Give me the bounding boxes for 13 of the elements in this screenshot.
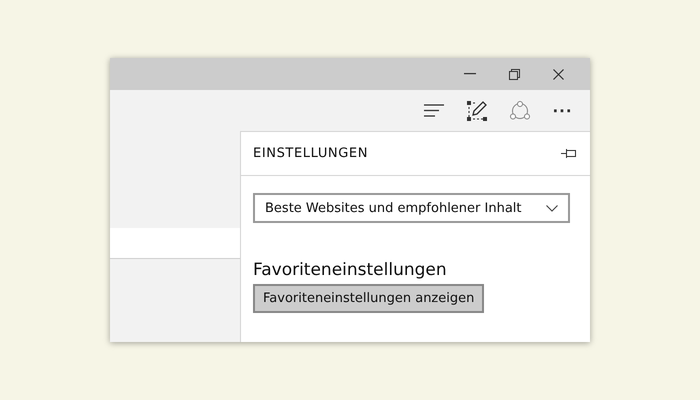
restore-icon[interactable] — [508, 68, 520, 80]
minimize-icon[interactable] — [464, 73, 476, 75]
more-button[interactable]: ··· — [541, 102, 584, 120]
chevron-down-icon — [546, 204, 558, 212]
new-tabs-dropdown[interactable]: Beste Websites und empfohlener Inhalt — [253, 193, 570, 223]
section-heading: Favoriteneinstellungen — [253, 260, 448, 280]
web-note-icon[interactable] — [466, 100, 486, 120]
close-icon[interactable] — [552, 68, 564, 80]
panel-title: EINSTELLUNGEN — [253, 146, 368, 161]
pin-icon[interactable] — [561, 148, 576, 159]
share-icon[interactable] — [508, 100, 530, 120]
hub-icon[interactable] — [424, 104, 444, 117]
show-favorites-settings-button[interactable]: Favoriteneinstellungen anzeigen — [253, 284, 484, 313]
